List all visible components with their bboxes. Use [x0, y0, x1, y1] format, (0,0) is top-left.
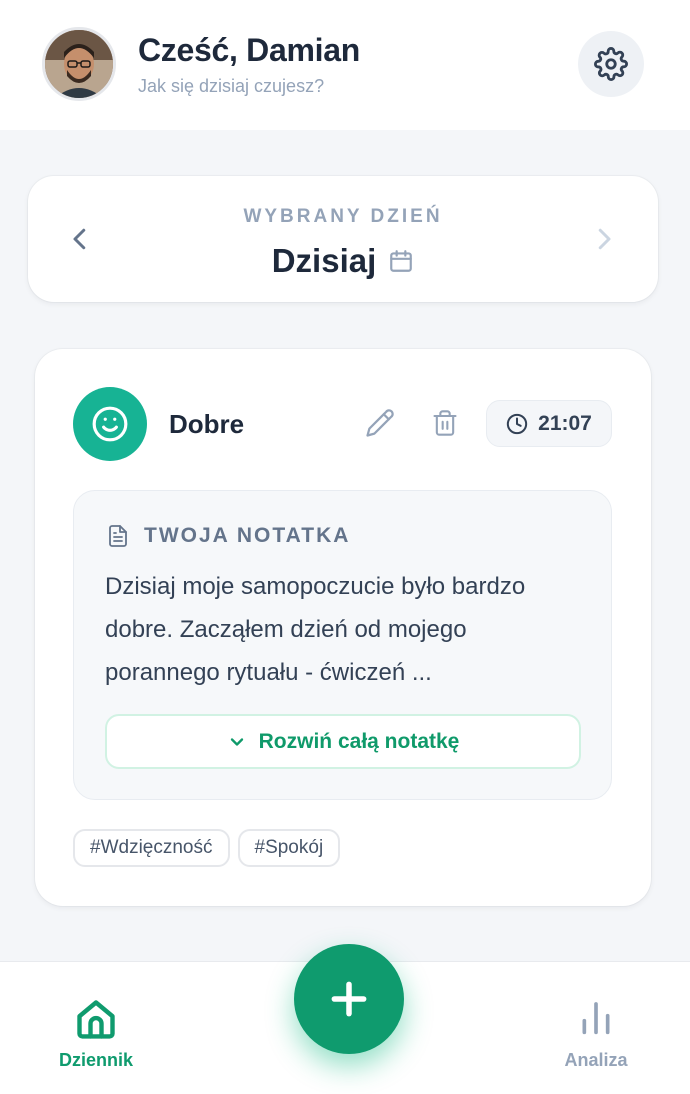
- note-title: TWOJA NOTATKA: [144, 524, 351, 547]
- tag-chip[interactable]: #Wdzięczność: [73, 829, 230, 867]
- mood-label: Dobre: [169, 409, 245, 439]
- nav-item-dziennik[interactable]: Dziennik: [36, 996, 156, 1071]
- calendar-icon: [390, 250, 413, 272]
- chevron-down-icon: [230, 737, 243, 746]
- home-icon: [77, 1000, 115, 1039]
- tag-chip[interactable]: #Spokój: [237, 829, 341, 867]
- expand-note-button[interactable]: Rozwiń całą notatkę: [105, 714, 581, 769]
- note-header: TWOJA NOTATKA: [106, 523, 350, 549]
- mood-indicator: [73, 387, 147, 461]
- nav-label-analiza: Analiza: [564, 1050, 628, 1070]
- settings-button[interactable]: [578, 31, 644, 97]
- greeting-subtitle: Jak się dzisiaj czujesz?: [138, 76, 325, 96]
- plus-icon: [331, 981, 367, 1017]
- entry-time-badge: 21:07: [486, 400, 612, 447]
- next-day-button[interactable]: [586, 221, 622, 257]
- add-entry-button[interactable]: [294, 944, 404, 1054]
- mood-entry-card: Dobre 21:07 TWOJA NOTATKA Dzisiaj moje s…: [35, 349, 651, 906]
- edit-button[interactable]: [360, 403, 400, 443]
- delete-button[interactable]: [425, 403, 465, 443]
- bar-chart-icon: [582, 1002, 610, 1035]
- user-avatar-icon: [45, 30, 113, 98]
- note-text: Dzisiaj moje samopoczucie było bardzo do…: [105, 573, 526, 686]
- nav-item-analiza[interactable]: Analiza: [536, 996, 656, 1071]
- selected-day: Dzisiaj: [271, 242, 377, 279]
- trash-icon: [433, 410, 457, 436]
- gear-icon: [594, 47, 628, 81]
- greeting-title: Cześć, Damian: [138, 32, 360, 68]
- smile-icon: [92, 406, 128, 442]
- nav-label-dziennik: Dziennik: [58, 1050, 133, 1070]
- note-section: TWOJA NOTATKA Dzisiaj moje samopoczucie …: [73, 490, 612, 800]
- clock-icon: [506, 413, 528, 434]
- expand-note-label: Rozwiń całą notatkę: [258, 729, 460, 753]
- pencil-icon: [366, 409, 394, 437]
- entry-time: 21:07: [538, 411, 592, 435]
- tag-list: #Wdzięczność #Spokój: [73, 829, 341, 867]
- chevron-right-icon: [598, 228, 611, 250]
- day-selector: WYBRANY DZIEŃ Dzisiaj: [28, 176, 658, 302]
- day-value-group[interactable]: Dzisiaj: [28, 242, 658, 280]
- document-icon: [109, 525, 127, 547]
- avatar[interactable]: [42, 27, 116, 101]
- day-selector-label: WYBRANY DZIEŃ: [243, 206, 443, 227]
- app-header: Cześć, Damian Jak się dzisiaj czujesz?: [0, 0, 690, 130]
